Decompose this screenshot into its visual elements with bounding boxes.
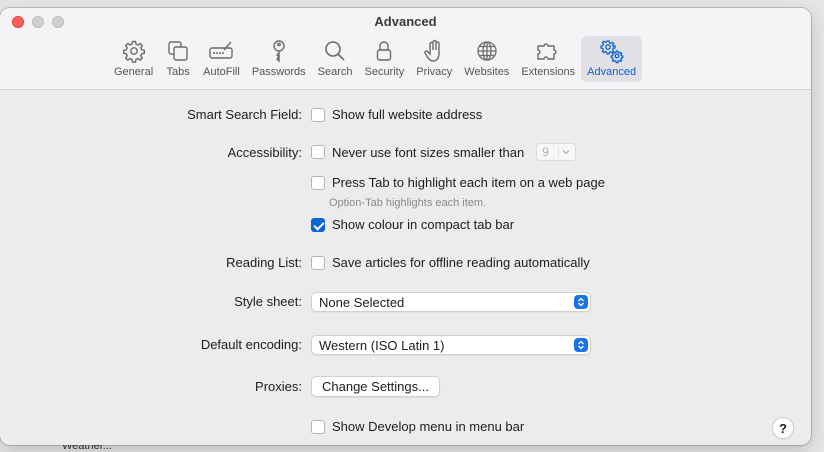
tab-label: Websites	[464, 66, 510, 78]
offline-reading-text: Save articles for offline reading automa…	[332, 255, 590, 270]
min-font-size-text: Never use font sizes smaller than	[332, 144, 525, 160]
proxies-label: Proxies:	[255, 379, 302, 394]
tab-search[interactable]: Search	[312, 36, 359, 82]
tab-label: General	[114, 66, 154, 78]
press-tab-checkbox[interactable]	[311, 175, 325, 190]
tabs-icon	[168, 41, 188, 61]
window-title: Advanced	[374, 14, 437, 29]
option-tab-hint: Option-Tab highlights each item.	[329, 197, 487, 209]
search-icon	[325, 41, 345, 61]
tab-tabs[interactable]: Tabs	[159, 36, 197, 82]
lock-icon	[377, 41, 392, 61]
preferences-window: Advanced General Tabs AutoFill Passwords…	[0, 8, 811, 445]
show-develop-menu-checkbox[interactable]	[311, 419, 325, 434]
tab-label: Security	[364, 66, 405, 78]
tab-label: Privacy	[416, 66, 453, 78]
advanced-pane: Smart Search Field: Show full website ad…	[0, 90, 811, 445]
style-sheet-value: None Selected	[319, 294, 405, 310]
help-button[interactable]: ?	[772, 417, 794, 439]
tab-passwords[interactable]: Passwords	[246, 36, 312, 82]
style-sheet-select[interactable]: None Selected	[311, 292, 591, 312]
font-size-value: 9	[542, 145, 549, 159]
hand-icon	[424, 39, 440, 62]
gear-icon	[122, 40, 145, 63]
tab-privacy[interactable]: Privacy	[410, 36, 458, 82]
autofill-icon	[209, 41, 234, 59]
title-bar: Advanced General Tabs AutoFill Passwords…	[0, 8, 811, 90]
tab-autofill[interactable]: AutoFill	[197, 36, 246, 82]
globe-icon	[477, 41, 497, 61]
offline-reading-option[interactable]: Save articles for offline reading automa…	[311, 255, 590, 270]
tab-label: Advanced	[587, 66, 637, 78]
show-develop-menu-option[interactable]: Show Develop menu in menu bar	[311, 419, 524, 434]
offline-reading-checkbox[interactable]	[311, 255, 325, 270]
tab-label: Tabs	[166, 66, 190, 78]
tab-label: Extensions	[521, 66, 576, 78]
change-settings-button[interactable]: Change Settings...	[311, 376, 440, 397]
tab-extensions[interactable]: Extensions	[515, 36, 581, 82]
tab-label: AutoFill	[203, 66, 240, 78]
min-font-size-option[interactable]: Never use font sizes smaller than 9	[311, 143, 577, 161]
tab-label: Search	[317, 66, 353, 78]
font-size-select[interactable]: 9	[536, 143, 577, 161]
tab-advanced[interactable]: Advanced	[581, 36, 643, 82]
key-icon	[273, 40, 285, 63]
show-full-address-checkbox[interactable]	[311, 107, 325, 122]
tab-general[interactable]: General	[108, 36, 159, 82]
default-encoding-label: Default encoding:	[200, 337, 302, 352]
accessibility-label: Accessibility:	[227, 145, 302, 160]
updown-chevron-icon	[574, 295, 588, 309]
default-encoding-value: Western (ISO Latin 1)	[319, 337, 445, 353]
tab-security[interactable]: Security	[358, 36, 410, 82]
show-full-address-option[interactable]: Show full website address	[311, 107, 482, 122]
press-tab-option[interactable]: Press Tab to highlight each item on a we…	[311, 175, 605, 190]
show-develop-menu-text: Show Develop menu in menu bar	[332, 419, 525, 434]
style-sheet-label: Style sheet:	[234, 294, 302, 309]
smart-search-label: Smart Search Field:	[187, 107, 302, 122]
puzzle-icon	[537, 43, 557, 60]
updown-chevron-icon	[574, 338, 588, 352]
show-colour-checkbox[interactable]	[311, 217, 325, 232]
tab-websites[interactable]: Websites	[458, 36, 515, 82]
tab-label: Passwords	[251, 66, 306, 78]
min-font-size-checkbox[interactable]	[311, 145, 325, 159]
show-colour-option[interactable]: Show colour in compact tab bar	[311, 217, 514, 232]
reading-list-label: Reading List:	[226, 255, 302, 270]
preferences-toolbar: General Tabs AutoFill Passwords Search S…	[108, 36, 643, 82]
press-tab-text: Press Tab to highlight each item on a we…	[332, 175, 605, 190]
default-encoding-select[interactable]: Western (ISO Latin 1)	[311, 335, 591, 355]
show-colour-text: Show colour in compact tab bar	[332, 217, 515, 232]
gears-icon	[599, 40, 624, 64]
show-full-address-text: Show full website address	[332, 107, 483, 122]
chevron-down-icon	[558, 146, 573, 158]
